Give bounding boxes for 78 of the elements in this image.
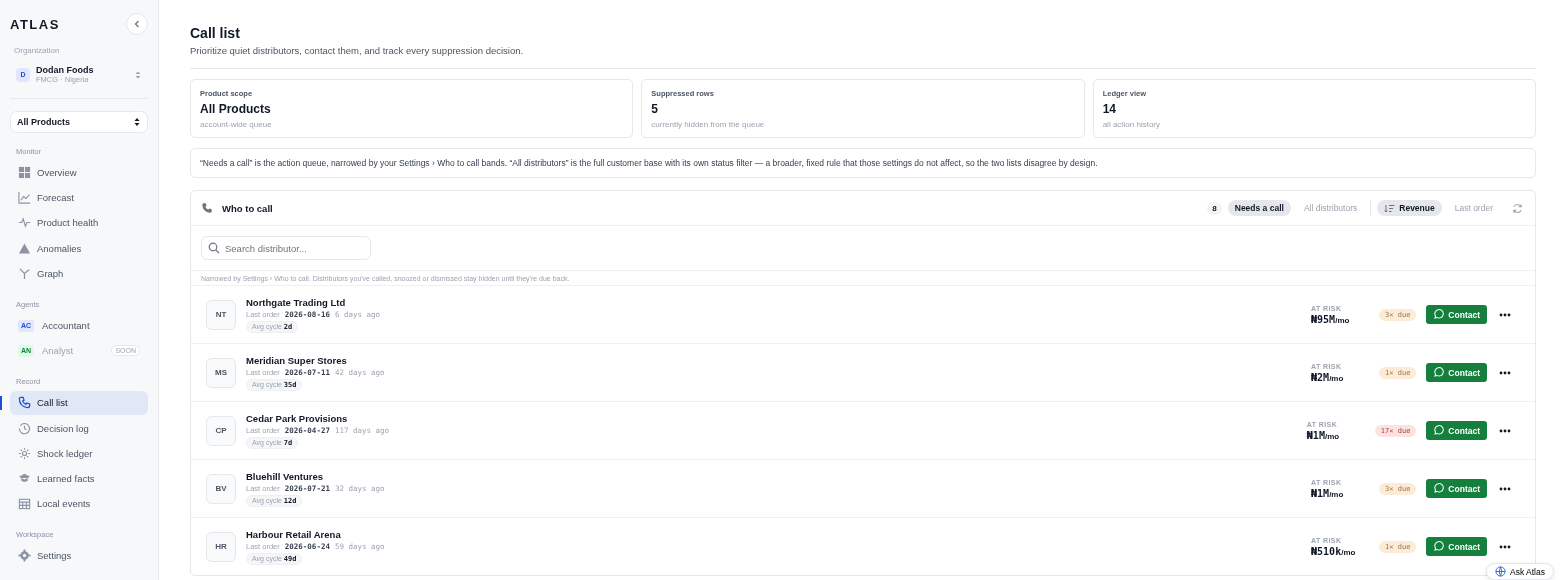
up-down-icon — [133, 117, 141, 127]
more-icon — [1499, 312, 1511, 317]
brand-logo: ATLAS — [10, 16, 60, 32]
chat-icon — [1433, 541, 1445, 552]
sidebar-item[interactable]: Graph — [10, 261, 148, 286]
contact-button[interactable]: Contact — [1426, 479, 1487, 498]
revenue-at-risk: ₦95M/mo — [1311, 313, 1351, 325]
cap-icon — [18, 471, 31, 485]
filter-tab[interactable]: Needs a call — [1227, 200, 1291, 216]
gear-icon — [18, 549, 31, 563]
sort-tab[interactable]: Revenue — [1377, 200, 1442, 216]
sidebar-item[interactable]: Anomalies — [10, 236, 148, 261]
info-note: “Needs a call” is the action queue, narrowed by your Settings › Who to call bands. “All distributors” is the full customer base with its own status filter — a broader, fixed rule that those settings do not affect, so the two lists disagree by design. — [190, 148, 1536, 178]
sidebar-item[interactable]: Overview — [10, 160, 148, 185]
stat-note: account-wide queue — [200, 120, 273, 129]
initials-avatar: HR — [206, 531, 236, 562]
revenue-at-risk: ₦1M/mo — [1306, 429, 1341, 441]
initials-avatar: NT — [206, 299, 236, 330]
stat-note: currently hidden from the queue — [651, 120, 766, 129]
globe-icon — [1495, 566, 1507, 577]
more-icon — [1499, 544, 1511, 549]
initials-avatar: MS — [206, 357, 236, 388]
phone-icon — [201, 202, 213, 214]
more-icon — [1499, 428, 1511, 433]
chat-icon — [1433, 425, 1445, 436]
sun-icon — [18, 446, 31, 460]
collapse-sidebar-button[interactable] — [126, 13, 148, 35]
stat-value: 5 — [651, 102, 659, 116]
sort-icon — [1384, 203, 1396, 213]
phone-icon — [18, 396, 31, 410]
chat-icon — [1433, 483, 1445, 494]
contact-button[interactable]: Contact — [1426, 537, 1487, 556]
distributor-name: Northgate Trading Ltd — [246, 296, 346, 308]
distributor-name: Bluehill Ventures — [246, 470, 324, 482]
revenue-at-risk: ₦510k/mo — [1311, 545, 1357, 557]
pulse-icon — [18, 216, 31, 230]
distributor-name: Harbour Retail Arena — [246, 528, 341, 540]
sidebar-item[interactable]: Decision log — [10, 416, 148, 441]
panel-title: Who to call — [222, 202, 273, 214]
sidebar-item[interactable]: Shock ledger — [10, 441, 148, 466]
stat-value: All Products — [200, 102, 272, 116]
initials-avatar: BV — [206, 473, 236, 504]
initials-avatar: CP — [206, 415, 236, 446]
more-icon — [1499, 370, 1511, 375]
sidebar-item[interactable]: Product health — [10, 210, 148, 235]
count-badge: 8 — [1207, 201, 1222, 215]
contact-button[interactable]: Contact — [1426, 305, 1487, 324]
product-select[interactable]: All Products — [10, 111, 148, 133]
sidebar-item[interactable]: Settings — [10, 543, 148, 568]
refresh-icon — [1512, 202, 1523, 214]
page-subtitle: Prioritize quiet distributors, contact them, and track every suppression decision. — [190, 45, 525, 56]
more-icon — [1499, 486, 1511, 491]
warning-icon — [18, 241, 31, 255]
organization-name: Dodan Foods — [36, 65, 95, 75]
revenue-at-risk: ₦1M/mo — [1311, 487, 1345, 499]
sidebar-item[interactable]: Forecast — [10, 185, 148, 210]
revenue-at-risk: ₦2M/mo — [1311, 371, 1345, 383]
chat-icon — [1433, 309, 1445, 320]
stat-value: 14 — [1102, 102, 1117, 116]
up-down-icon — [134, 69, 142, 80]
history-icon — [18, 421, 31, 435]
distributor-name: Cedar Park Provisions — [246, 412, 348, 424]
chat-icon — [1433, 367, 1445, 378]
contact-button[interactable]: Contact — [1426, 421, 1487, 440]
ask-assistant-button[interactable]: Ask Atlas — [1486, 563, 1554, 580]
calendar-icon — [18, 497, 31, 511]
sidebar-item[interactable]: Local events — [10, 491, 148, 516]
chart-icon — [18, 191, 31, 205]
search-field[interactable]: Search distributor... — [201, 236, 371, 260]
section-label: Organization — [14, 46, 61, 55]
sidebar-item[interactable]: Learned facts — [10, 466, 148, 491]
chevron-left-icon — [132, 19, 142, 29]
page-title: Call list — [190, 25, 241, 41]
distributor-name: Meridian Super Stores — [246, 354, 347, 366]
grid-icon — [18, 166, 31, 180]
graph-icon — [18, 266, 31, 280]
stat-note: all action history — [1102, 120, 1161, 129]
contact-button[interactable]: Contact — [1426, 363, 1487, 382]
